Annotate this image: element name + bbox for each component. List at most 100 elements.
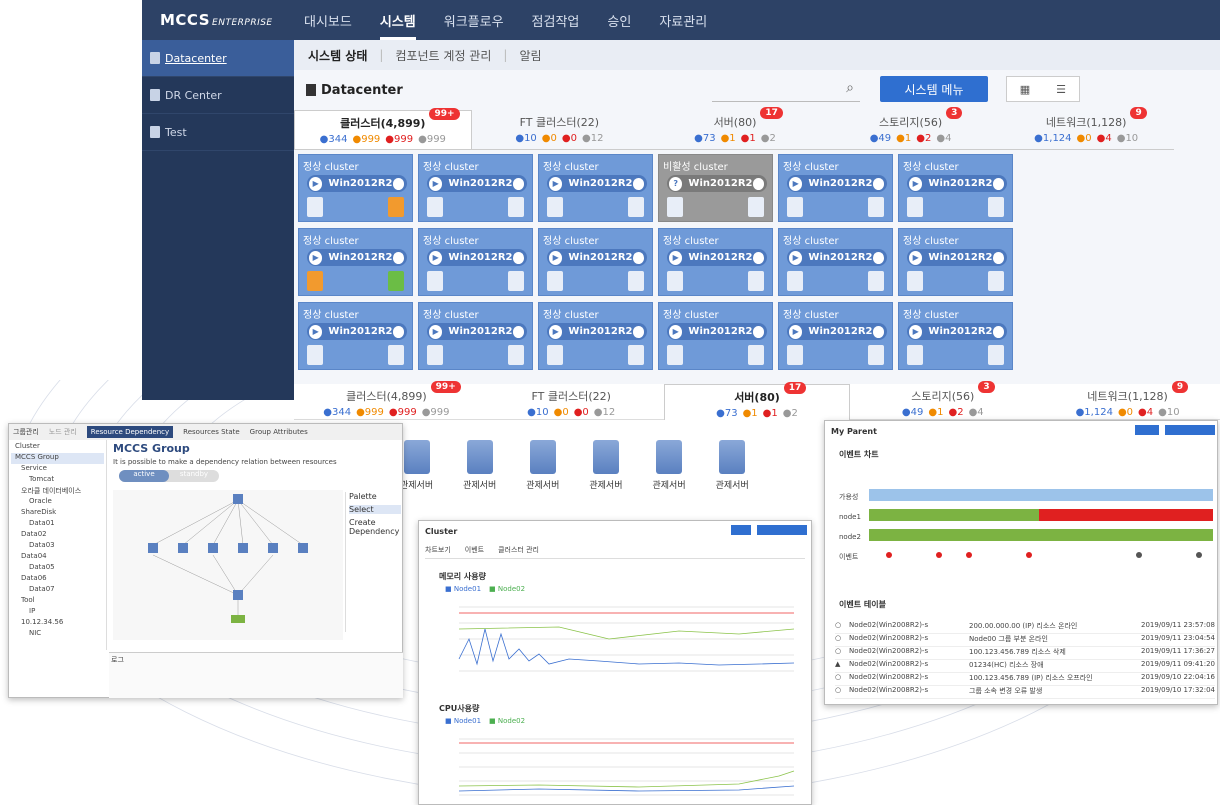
stop-icon[interactable] (752, 251, 764, 264)
cluster-card[interactable]: 정상 cluster ▶ Win2012R2 (898, 154, 1013, 222)
cluster-card[interactable]: 정상 cluster ▶ Win2012R2 (538, 154, 653, 222)
stop-icon[interactable] (632, 325, 644, 338)
stop-icon[interactable] (512, 177, 524, 190)
tab-2[interactable]: 서버(80) 17 ●73 ●1 ●1 ●2 (647, 107, 823, 149)
server-item[interactable]: 관제서버 (716, 440, 749, 491)
server-icon[interactable] (787, 271, 803, 291)
cluster-card[interactable]: 정상 cluster ▶ Win2012R2 (298, 154, 413, 222)
server-icon[interactable] (748, 271, 764, 291)
server-icon[interactable] (907, 271, 923, 291)
tab-3[interactable]: 스토리지(56) 3 ●49 ●1 ●2 ●4 (823, 107, 999, 149)
tree-item[interactable]: Cluster (11, 442, 104, 453)
legend-node01[interactable]: ■ Node01 (445, 585, 481, 593)
cluster-card[interactable]: 정상 cluster ▶ Win2012R2 (658, 302, 773, 370)
tree-item[interactable]: 오라클 데이터베이스 (11, 486, 104, 497)
node-pill[interactable]: ▶ Win2012R2 (547, 249, 647, 266)
node-pill[interactable]: ▶ Win2012R2 (667, 249, 767, 266)
cluster-card[interactable]: 정상 cluster ▶ Win2012R2 (538, 302, 653, 370)
server-icon[interactable] (307, 197, 323, 217)
tab-cluster-manage[interactable]: 클러스터 관리 (498, 545, 539, 555)
tree-item[interactable]: MCCS Group (11, 453, 104, 464)
sidebar-item-datacenter[interactable]: Datacenter (142, 40, 294, 77)
node-pill[interactable]: ▶ Win2012R2 (307, 175, 407, 192)
server-icon[interactable] (547, 197, 563, 217)
toggle-active[interactable]: active (119, 470, 169, 482)
subnav-account[interactable]: 컴포넌트 계정 관리 (395, 47, 491, 64)
server-icon[interactable] (988, 271, 1004, 291)
tree-item[interactable]: Data06 (11, 574, 104, 585)
sidebar-item-test[interactable]: Test (142, 114, 294, 151)
server-icon[interactable] (427, 345, 443, 365)
server-icon[interactable] (307, 345, 323, 365)
server-icon[interactable] (868, 345, 884, 365)
tree-item[interactable]: Oracle (11, 497, 104, 508)
cluster-card[interactable]: 정상 cluster ▶ Win2012R2 (538, 228, 653, 296)
server-icon[interactable] (388, 345, 404, 365)
tree-item[interactable]: IP (11, 607, 104, 618)
node-pill[interactable]: ▶ Win2012R2 (547, 175, 647, 192)
stop-icon[interactable] (872, 325, 884, 338)
node-pill[interactable]: ▶ Win2012R2 (427, 175, 527, 192)
palette-select[interactable]: Select (349, 505, 401, 514)
cluster-card[interactable]: 정상 cluster ▶ Win2012R2 (898, 228, 1013, 296)
server-item[interactable]: 관제서버 (400, 440, 433, 491)
sidebar-item-dr-center[interactable]: DR Center (142, 77, 294, 114)
server-icon[interactable] (388, 197, 404, 217)
node-pill[interactable]: ▶ Win2012R2 (667, 323, 767, 340)
subnav-alert[interactable]: 알림 (519, 47, 541, 64)
server-icon[interactable] (988, 197, 1004, 217)
table-row[interactable]: ○ Node02(Win2008R2)-s 그룹 소속 변경 오류 발생 2019/0… (835, 686, 1215, 699)
table-row[interactable]: ○ Node02(Win2008R2)-s Node00 그룹 부분 온라인 2019… (835, 634, 1215, 647)
tab-0[interactable]: 클러스터(4,899) 99+ ●344 ●999 ●999 ●999 (294, 108, 472, 149)
cluster-card[interactable]: 정상 cluster ▶ Win2012R2 (298, 228, 413, 296)
server-icon[interactable] (748, 197, 764, 217)
tree-item[interactable]: Tool (11, 596, 104, 607)
tree-item[interactable]: Data07 (11, 585, 104, 596)
download-button[interactable] (757, 525, 807, 535)
stop-icon[interactable] (392, 251, 404, 264)
node-pill[interactable]: ? Win2012R2 (667, 175, 767, 192)
nav-inspection[interactable]: 점검작업 (532, 1, 580, 40)
server-icon[interactable] (427, 271, 443, 291)
tab-group-attributes[interactable]: Group Attributes (250, 428, 308, 436)
download-button-right[interactable] (1165, 425, 1215, 435)
tab-1[interactable]: FT 클러스터(22) ●10 ●0 ●0 ●12 (472, 110, 648, 149)
tab-2[interactable]: 서버(80) 17 ●73 ●1 ●1 ●2 (663, 382, 851, 420)
legend-node02-cpu[interactable]: ■ Node02 (489, 717, 525, 725)
cluster-card[interactable]: 정상 cluster ▶ Win2012R2 (298, 302, 413, 370)
node-pill[interactable]: ▶ Win2012R2 (547, 323, 647, 340)
node-pill[interactable]: ▶ Win2012R2 (907, 249, 1007, 266)
server-icon[interactable] (787, 345, 803, 365)
server-item[interactable]: 관제서버 (463, 440, 496, 491)
server-icon[interactable] (628, 197, 644, 217)
server-icon[interactable] (508, 197, 524, 217)
table-row[interactable]: ○ Node02(Win2008R2)-s 100.123.456.789 (IP)… (835, 673, 1215, 686)
legend-node01-cpu[interactable]: ■ Node01 (445, 717, 481, 725)
node-pill[interactable]: ▶ Win2012R2 (787, 249, 887, 266)
node-pill[interactable]: ▶ Win2012R2 (427, 249, 527, 266)
tree-item[interactable]: Data04 (11, 552, 104, 563)
tab-4[interactable]: 네트워크(1,128) 9 ●1,124 ●0 ●4 ●10 (1035, 381, 1220, 420)
server-icon[interactable] (307, 271, 323, 291)
tree-item[interactable]: Data02 (11, 530, 104, 541)
tab-node-manage[interactable]: 노드 관리 (49, 427, 77, 437)
server-icon[interactable] (868, 271, 884, 291)
legend-node02[interactable]: ■ Node02 (489, 585, 525, 593)
server-icon[interactable] (547, 345, 563, 365)
system-menu-button[interactable]: 시스템 메뉴 (880, 76, 988, 102)
search-icon[interactable]: ⌕ (846, 80, 854, 96)
server-icon[interactable] (667, 197, 683, 217)
server-item[interactable]: 관제서버 (589, 440, 623, 491)
stop-icon[interactable] (392, 177, 404, 190)
server-icon[interactable] (547, 271, 563, 291)
tree-item[interactable]: Service (11, 464, 104, 475)
tab-4[interactable]: 네트워크(1,128) 9 ●1,124 ●0 ●4 ●10 (998, 107, 1174, 149)
server-icon[interactable] (667, 271, 683, 291)
stop-icon[interactable] (512, 325, 524, 338)
nav-workflow[interactable]: 워크플로우 (444, 1, 504, 40)
tab-3[interactable]: 스토리지(56) 3 ●49 ●1 ●2 ●4 (850, 381, 1036, 420)
tree-item[interactable]: 10.12.34.56 (11, 618, 104, 629)
stop-icon[interactable] (992, 177, 1004, 190)
tab-resource-dependency[interactable]: Resource Dependency (86, 426, 174, 438)
stop-icon[interactable] (512, 251, 524, 264)
